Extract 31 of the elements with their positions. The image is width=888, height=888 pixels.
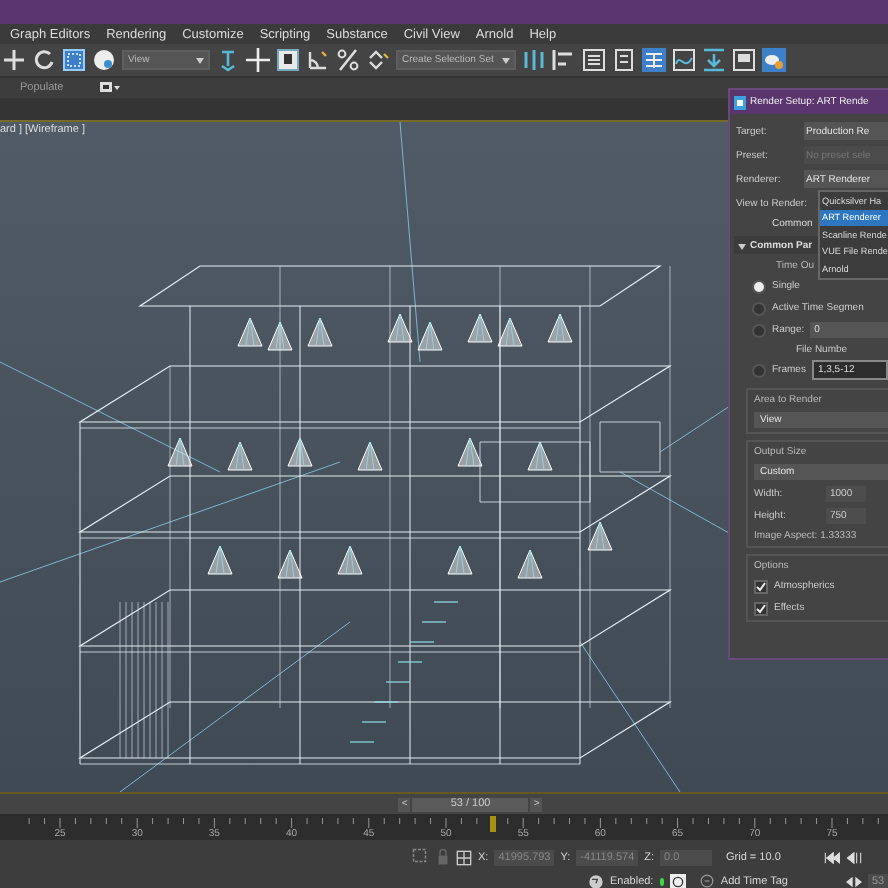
tag-icon[interactable] [700, 874, 715, 888]
caret-icon[interactable] [502, 57, 510, 63]
current-frame-marker[interactable] [489, 816, 496, 832]
collapse-arrow-icon[interactable] [738, 241, 746, 249]
radio-button[interactable] [752, 301, 766, 315]
grid-window-icon[interactable] [642, 48, 666, 72]
frame-spinner-icon[interactable] [845, 875, 862, 887]
grid-mode-icon[interactable] [456, 849, 472, 865]
curve-window-icon[interactable] [672, 48, 696, 72]
sphere-icon[interactable] [92, 48, 116, 72]
square-icon[interactable] [276, 48, 300, 72]
list-icon[interactable] [582, 48, 606, 72]
dashed-square-icon[interactable] [62, 48, 86, 72]
dialog-icon[interactable] [732, 48, 756, 72]
radio-button[interactable] [752, 279, 766, 293]
bracket-icon[interactable] [216, 48, 240, 72]
checkbox[interactable] [754, 601, 768, 615]
percent-snap-icon[interactable] [336, 48, 360, 72]
move-icon[interactable] [246, 48, 270, 72]
previous-key-icon[interactable] [846, 851, 863, 863]
selection-icon[interactable] [412, 848, 430, 866]
download-bar-icon[interactable] [702, 48, 726, 72]
caret-icon[interactable] [196, 57, 204, 63]
angle-snap-icon[interactable] [306, 48, 330, 72]
align-icon[interactable] [552, 48, 576, 72]
radio-button[interactable] [752, 363, 766, 377]
spinner-snap-icon[interactable] [366, 48, 390, 72]
radio-button[interactable] [752, 323, 766, 337]
checkbox[interactable] [754, 579, 768, 593]
display-options-icon[interactable] [99, 82, 120, 94]
go-to-start-icon[interactable] [824, 851, 841, 863]
